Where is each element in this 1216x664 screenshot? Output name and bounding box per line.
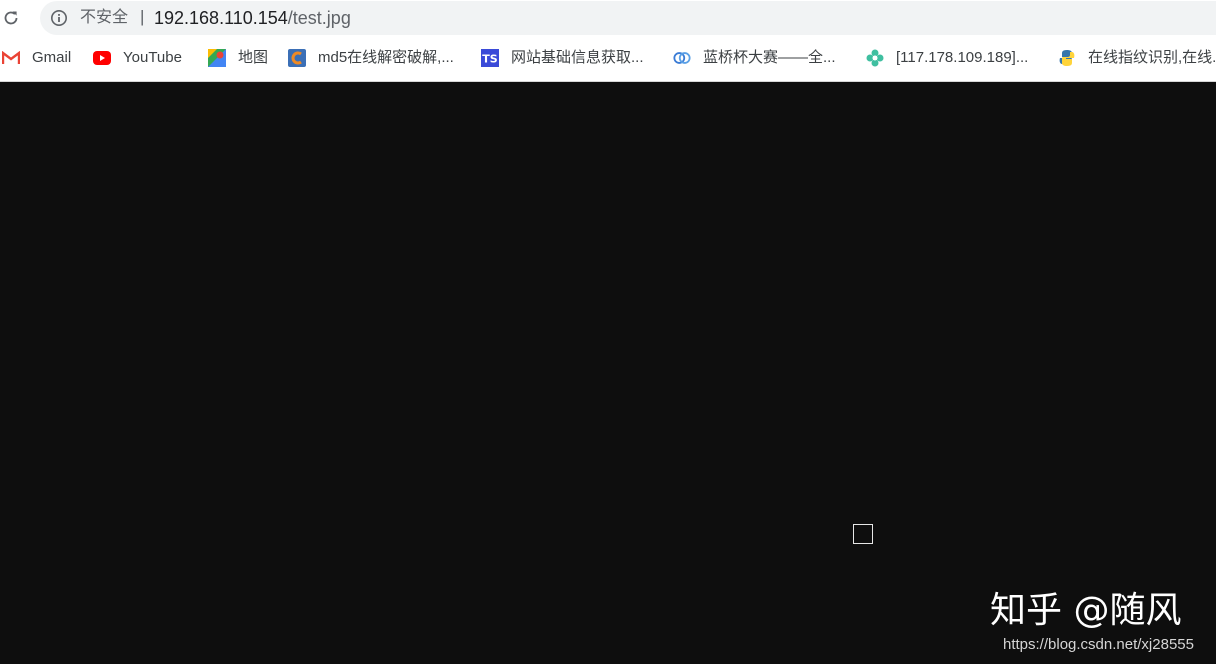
flower-icon [866, 49, 884, 67]
watermark-url: https://blog.csdn.net/xj28555 [1003, 636, 1194, 653]
cmd5-icon [288, 49, 306, 67]
reload-button[interactable] [0, 6, 22, 30]
browser-toolbar: 不安全 | 192.168.110.154/test.jpg [0, 0, 1216, 36]
bookmark-label: Gmail [32, 49, 72, 66]
bookmark-cmd5[interactable]: md5在线解密破解,... [288, 48, 454, 68]
bookmark-label: md5在线解密破解,... [318, 49, 454, 66]
url-text[interactable]: 192.168.110.154/test.jpg [154, 8, 351, 28]
security-label: 不安全 [80, 9, 129, 26]
bookmark-fingerprint[interactable]: 在线指纹识别,在线... [1058, 48, 1216, 68]
bookmark-label: 网站基础信息获取... [511, 49, 644, 66]
address-separator: | [140, 7, 145, 26]
info-icon[interactable] [50, 9, 68, 27]
bookmark-label: 在线指纹识别,在线... [1088, 49, 1216, 66]
bookmarks-bar: Gmail YouTube 地图 md5在线解密破解,... TS 网站基础信息… [0, 36, 1216, 82]
address-bar[interactable]: 不安全 | 192.168.110.154/test.jpg [40, 1, 1216, 35]
lanqiao-icon [673, 49, 691, 67]
ts-icon: TS [481, 49, 499, 67]
broken-image-icon [853, 524, 873, 544]
bookmark-label: 蓝桥杯大赛——全... [703, 49, 836, 66]
bookmark-youtube[interactable]: YouTube [93, 48, 182, 68]
bookmark-gmail[interactable]: Gmail [2, 48, 71, 68]
gmail-icon [2, 49, 20, 67]
watermark-title: 知乎 @随风 [990, 590, 1182, 631]
image-viewer [0, 82, 1216, 664]
reload-icon [4, 11, 18, 25]
url-path: /test.jpg [287, 8, 351, 28]
bookmark-ts[interactable]: TS 网站基础信息获取... [481, 48, 644, 68]
bookmark-lanqiao[interactable]: 蓝桥杯大赛——全... [673, 48, 836, 68]
maps-icon [208, 49, 226, 67]
bookmark-label: YouTube [123, 49, 182, 66]
url-host: 192.168.110.154 [154, 8, 288, 28]
youtube-icon [93, 49, 111, 67]
bookmark-label: [117.178.109.189]... [896, 49, 1029, 66]
bookmark-maps[interactable]: 地图 [208, 48, 268, 68]
bookmark-label: 地图 [238, 49, 269, 66]
python-icon [1058, 49, 1076, 67]
bookmark-ip[interactable]: [117.178.109.189]... [866, 48, 1028, 68]
svg-text:TS: TS [482, 53, 498, 66]
